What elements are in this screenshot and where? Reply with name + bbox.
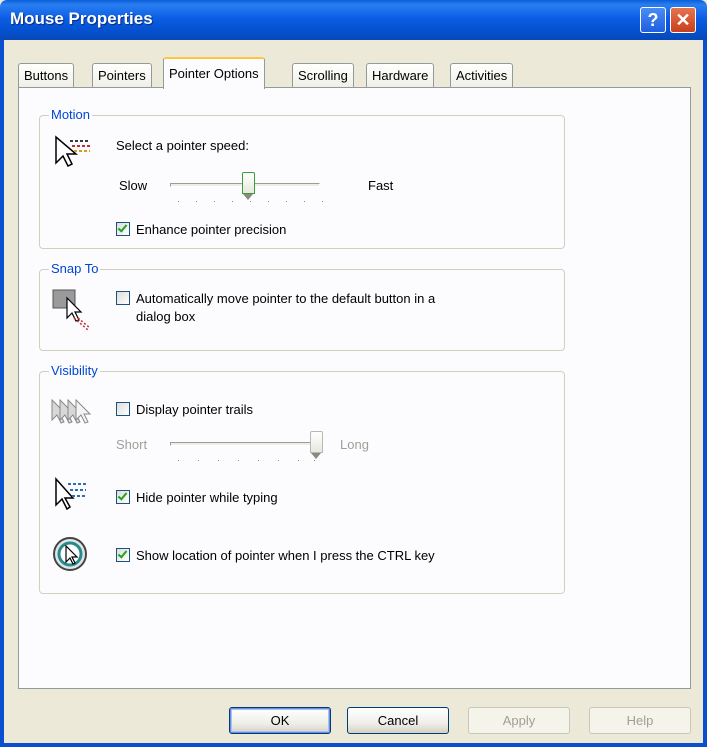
- visibility-group: Visibility Display pointer trails Short …: [39, 363, 565, 594]
- tab-pointers[interactable]: Pointers: [92, 63, 152, 87]
- short-label: Short: [116, 437, 148, 452]
- fast-label: Fast: [368, 178, 394, 193]
- trail-length-track: [170, 442, 320, 446]
- ctrl-locate-icon: [53, 537, 87, 571]
- pointer-trails-checkbox[interactable]: [116, 402, 130, 416]
- hide-pointer-label[interactable]: Hide pointer while typing: [136, 490, 278, 505]
- slider-tick: [214, 201, 215, 202]
- snap-to-group: Snap To Automatically move pointer to th…: [39, 261, 565, 351]
- slider-tick: [196, 201, 197, 202]
- close-icon: ✕: [675, 9, 691, 30]
- visibility-legend: Visibility: [49, 363, 100, 378]
- snap-to-label-line1[interactable]: Automatically move pointer to the defaul…: [136, 291, 435, 306]
- enhance-precision-label[interactable]: Enhance pointer precision: [136, 222, 286, 237]
- slider-tick: [250, 201, 251, 202]
- close-button[interactable]: ✕: [670, 7, 696, 33]
- checkmark-icon: [117, 222, 128, 233]
- ok-button[interactable]: OK: [229, 707, 331, 734]
- enhance-precision-checkbox[interactable]: [116, 222, 130, 236]
- cancel-button[interactable]: Cancel: [347, 707, 449, 734]
- slider-tick: [298, 460, 299, 461]
- snap-to-icon: [52, 289, 91, 331]
- window-frame-left: [0, 40, 4, 747]
- help-button[interactable]: ?: [640, 7, 666, 33]
- slider-tick: [268, 201, 269, 202]
- tab-scrolling[interactable]: Scrolling: [292, 63, 354, 87]
- checkmark-icon: [117, 490, 128, 501]
- motion-legend: Motion: [49, 107, 93, 122]
- ctrl-locate-checkbox[interactable]: [116, 548, 130, 562]
- pointer-trails-icon: [51, 398, 92, 424]
- snap-to-legend: Snap To: [49, 261, 101, 276]
- help-icon: ?: [647, 9, 659, 30]
- tab-activities[interactable]: Activities: [450, 63, 514, 87]
- pointer-speed-icon: [55, 135, 90, 168]
- slider-tick: [218, 460, 219, 461]
- slider-tick: [286, 201, 287, 202]
- pointer-speed-label: Select a pointer speed:: [116, 138, 249, 153]
- slider-tick: [258, 460, 259, 461]
- slow-label: Slow: [119, 178, 148, 193]
- tab-buttons[interactable]: Buttons: [18, 63, 75, 87]
- slider-tick: [178, 460, 179, 461]
- slider-tick: [178, 201, 179, 202]
- checkmark-icon: [117, 548, 128, 559]
- hide-pointer-icon: [55, 477, 86, 511]
- tab-panel: Motion Select a pointer speed: Slow Fast…: [18, 87, 691, 689]
- tab-hardware[interactable]: Hardware: [366, 63, 435, 87]
- slider-tick: [314, 460, 315, 461]
- window-frame-bottom: [0, 743, 707, 747]
- hide-pointer-checkbox[interactable]: [116, 490, 130, 504]
- snap-to-checkbox[interactable]: [116, 291, 130, 305]
- slider-tick: [322, 201, 323, 202]
- pointer-trails-label[interactable]: Display pointer trails: [136, 402, 253, 417]
- long-label: Long: [340, 437, 369, 452]
- ctrl-locate-label[interactable]: Show location of pointer when I press th…: [136, 548, 435, 563]
- trail-length-slider: [310, 431, 323, 459]
- slider-tick: [232, 201, 233, 202]
- slider-tick: [304, 201, 305, 202]
- help-dialog-button[interactable]: Help: [589, 707, 691, 734]
- tab-pointer-options[interactable]: Pointer Options: [163, 57, 265, 89]
- motion-group: Motion Select a pointer speed: Slow Fast…: [39, 107, 565, 249]
- pointer-speed-slider[interactable]: [242, 172, 255, 200]
- snap-to-label-line2[interactable]: dialog box: [136, 309, 195, 324]
- slider-tick: [238, 460, 239, 461]
- title-bar[interactable]: Mouse Properties ? ✕: [0, 0, 707, 40]
- window-frame-right: [703, 40, 707, 747]
- window-title: Mouse Properties: [10, 9, 153, 28]
- slider-tick: [278, 460, 279, 461]
- slider-tick: [198, 460, 199, 461]
- apply-button[interactable]: Apply: [468, 707, 570, 734]
